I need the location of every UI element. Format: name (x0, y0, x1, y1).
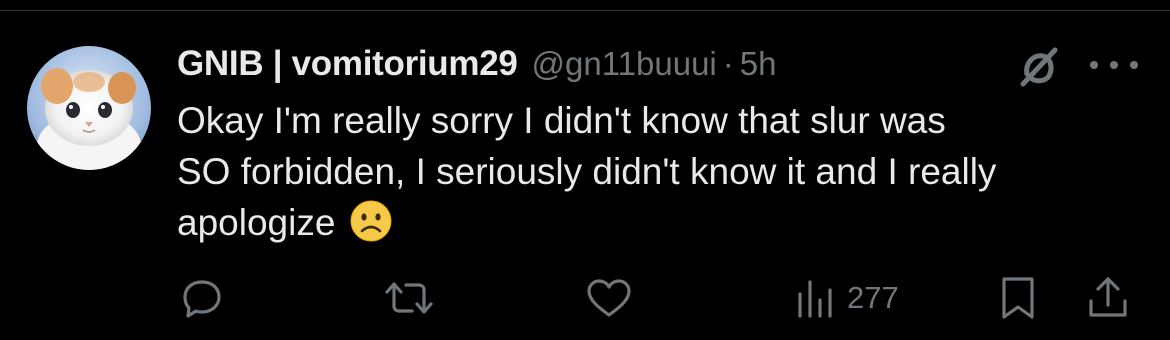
tweet-header: GNIB | vomitorium29 @gn11buuui · 5h (177, 38, 776, 90)
reply-button[interactable] (180, 270, 224, 326)
avatar[interactable] (27, 46, 151, 170)
tweet[interactable]: GNIB | vomitorium29 @gn11buuui · 5h Okay… (0, 0, 1170, 340)
display-name[interactable]: GNIB | vomitorium29 (177, 44, 518, 84)
avatar-cat-image (37, 68, 141, 170)
user-handle[interactable]: @gn11buuui (532, 45, 717, 83)
repost-button[interactable] (384, 270, 434, 326)
views-button[interactable]: 277 (795, 270, 899, 326)
action-bar: 277 (0, 270, 1170, 326)
tweet-text-segment: apologize (177, 202, 336, 243)
bookmark-button[interactable] (998, 270, 1038, 326)
tweet-text-line: SO forbidden, I seriously didn't know it… (177, 151, 997, 192)
timestamp[interactable]: 5h (740, 45, 777, 83)
more-dot (1090, 61, 1098, 69)
views-count: 277 (847, 280, 899, 315)
share-button[interactable] (1086, 270, 1130, 326)
more-dot (1130, 61, 1138, 69)
tweet-text-line: Okay I'm really sorry I didn't know that… (177, 100, 946, 141)
bookmark-icon (1002, 277, 1034, 319)
like-icon (587, 279, 631, 317)
views-icon (798, 280, 832, 318)
share-icon (1089, 277, 1127, 317)
separator-dot: · (722, 45, 734, 82)
like-button[interactable] (584, 270, 634, 326)
more-icon[interactable] (1090, 48, 1138, 82)
grok-icon[interactable] (1015, 46, 1061, 88)
more-dot (1110, 61, 1118, 69)
repost-icon (385, 282, 433, 314)
tweet-text: Okay I'm really sorry I didn't know that… (177, 95, 1157, 248)
tweet-text-line: apologize (177, 197, 1157, 248)
frowning-face-emoji-icon (349, 199, 393, 243)
reply-icon (183, 280, 221, 318)
